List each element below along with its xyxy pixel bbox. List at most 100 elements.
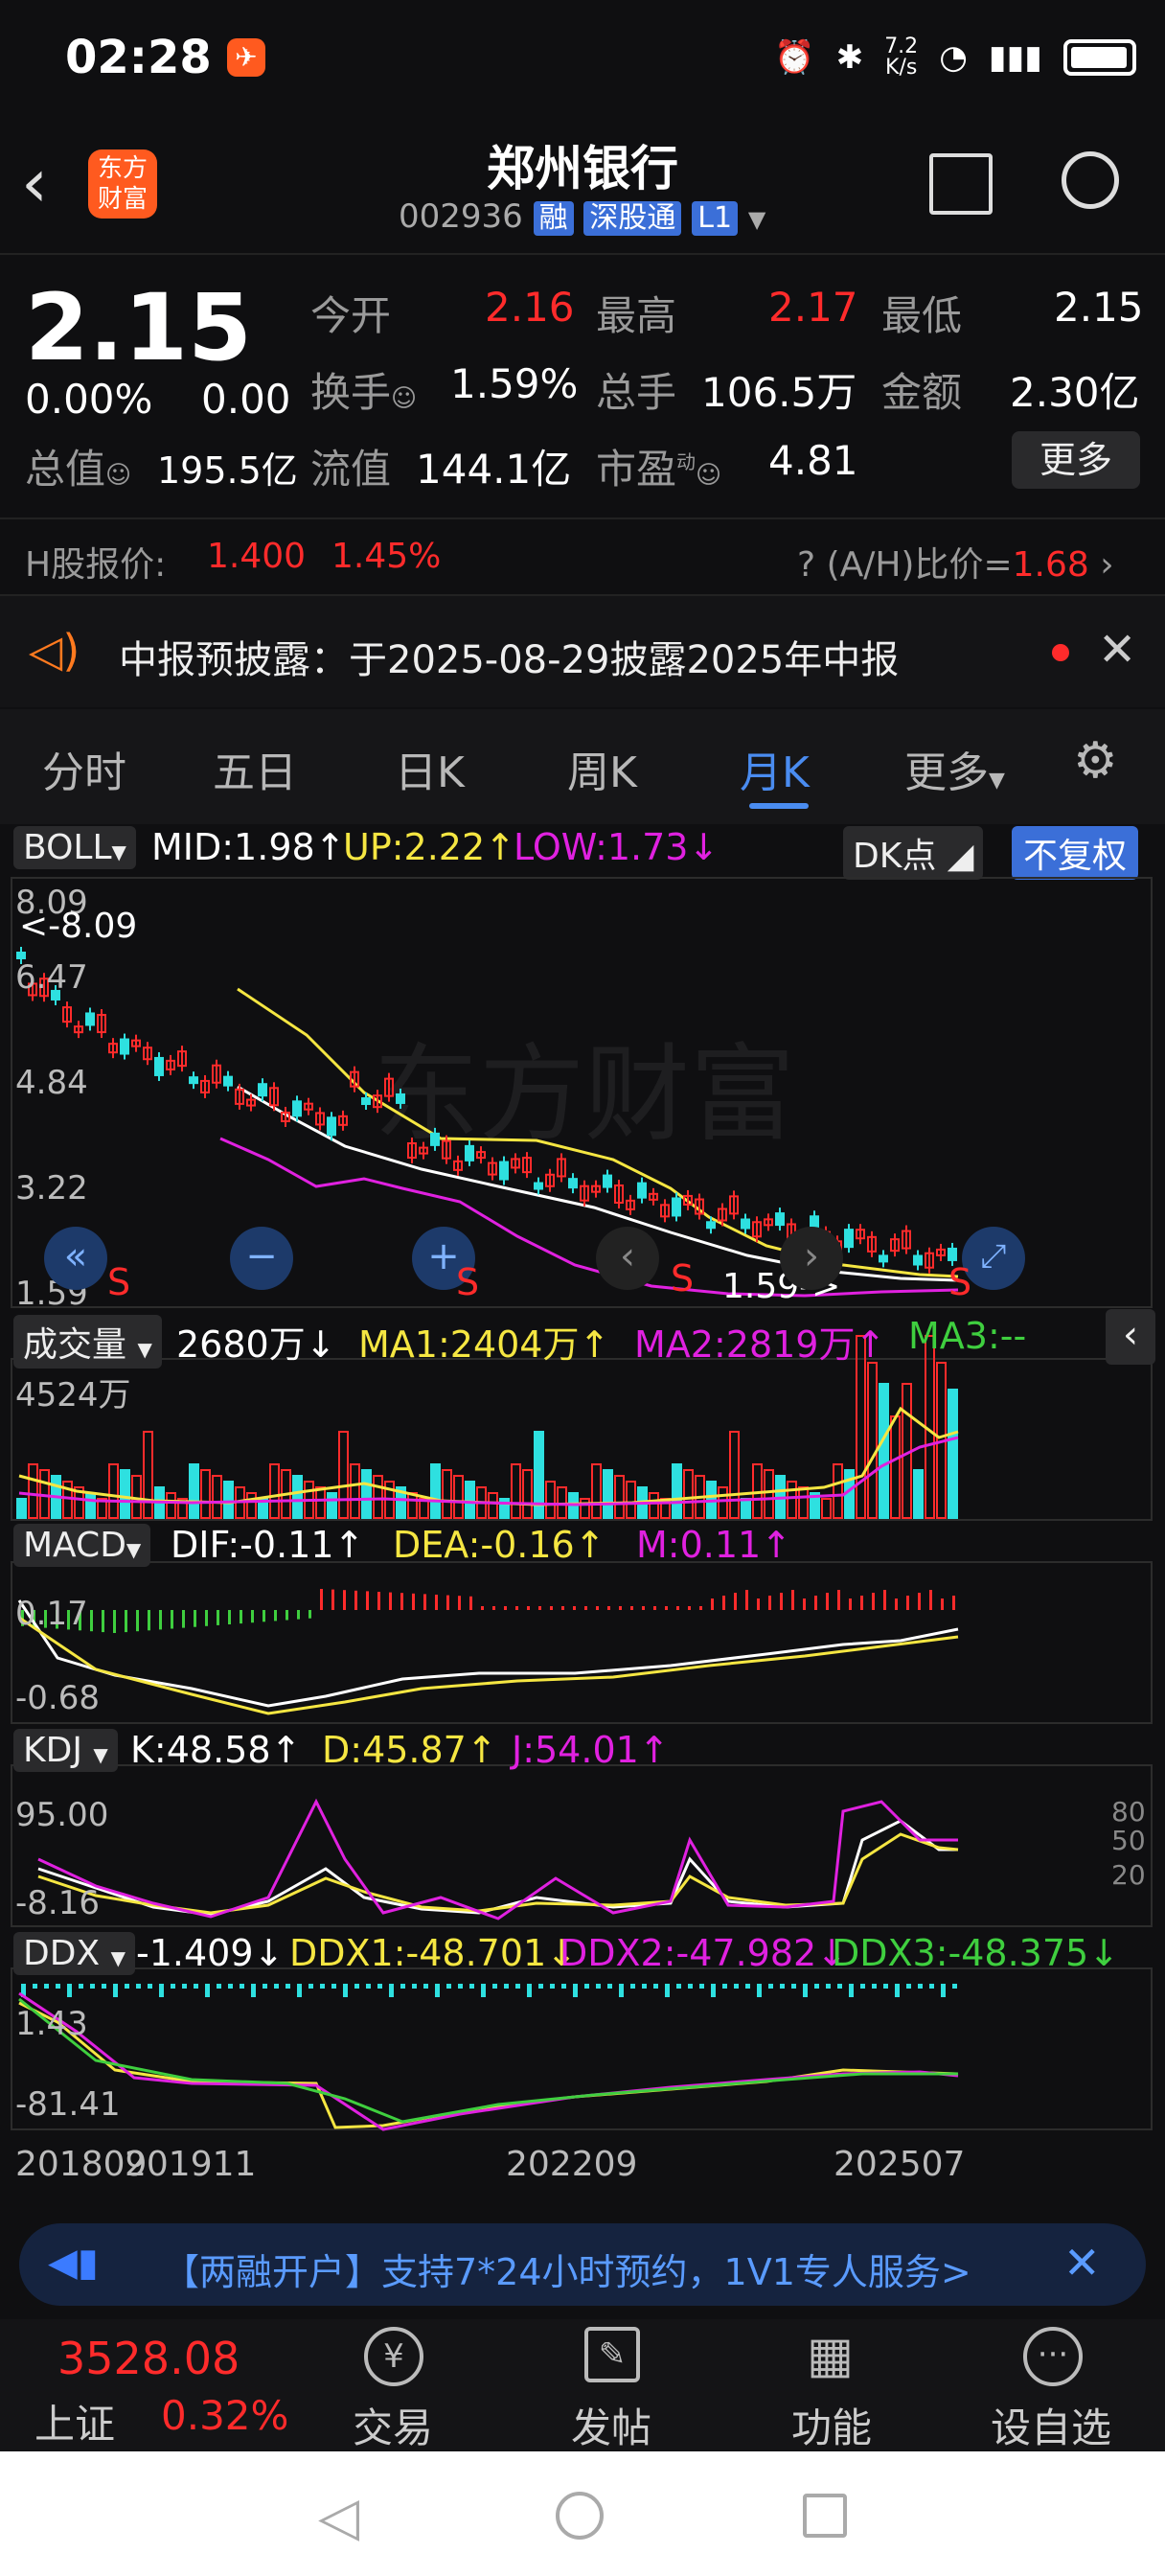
ddx-bar xyxy=(377,1984,382,1989)
scroll-left-icon[interactable]: « xyxy=(44,1227,107,1290)
macd-bar xyxy=(136,1610,139,1632)
volume-bar xyxy=(361,1469,372,1519)
kdj-indicator-select[interactable]: KDJ ▼ xyxy=(13,1729,118,1772)
ddx-bar xyxy=(251,1984,256,1997)
ddx-bar xyxy=(492,1984,497,1989)
zoom-out-icon[interactable]: − xyxy=(230,1227,293,1290)
ddx-bar xyxy=(504,1984,509,1989)
volume-bar xyxy=(879,1383,889,1519)
macd-dea: DEA:-0.16↑ xyxy=(393,1524,605,1566)
ddx-bar xyxy=(148,1984,152,1989)
candle-body xyxy=(948,1247,957,1261)
ddx-bar xyxy=(435,1984,440,1997)
ddx-indicator-select[interactable]: DDX ▼ xyxy=(13,1932,135,1975)
macd-dea-line xyxy=(18,1616,959,1715)
volume-bar xyxy=(626,1481,636,1519)
nav-back-icon[interactable]: ◁ xyxy=(318,2486,359,2548)
macd-bar xyxy=(906,1596,909,1610)
ddx-bar xyxy=(607,1984,612,1989)
kdj-d-line xyxy=(37,1832,959,1915)
promo-banner[interactable]: ◀▮ 【两融开户】支持7*24小时预约，1V1专人服务> ✕ xyxy=(19,2223,1146,2306)
index-name[interactable]: 上证 xyxy=(34,2392,115,2450)
sell-marker: S xyxy=(948,1261,972,1303)
trade-label[interactable]: 交易 xyxy=(353,2396,433,2454)
candle-body xyxy=(534,1182,543,1190)
prev-icon[interactable]: ‹ xyxy=(596,1227,659,1290)
index-pct[interactable]: 0.32% xyxy=(161,2392,288,2439)
macd-bar xyxy=(768,1596,771,1610)
ddx-bar xyxy=(240,1984,244,1989)
volume-bar xyxy=(729,1431,740,1519)
macd-bar xyxy=(550,1606,553,1610)
macd-bar xyxy=(653,1606,656,1610)
volume-bar xyxy=(407,1492,418,1519)
index-value[interactable]: 3528.08 xyxy=(57,2333,240,2384)
trade-icon[interactable]: ¥ xyxy=(364,2327,423,2386)
volume-ma2: MA2:2819万↑ xyxy=(634,1323,886,1366)
ddx-ymin: -81.41 xyxy=(15,2085,121,2124)
macd-bar xyxy=(722,1596,725,1610)
candle-body xyxy=(430,1132,440,1146)
macd-bar xyxy=(630,1606,633,1610)
function-icon[interactable]: ▦ xyxy=(807,2327,854,2384)
macd-bar xyxy=(412,1593,415,1610)
volume-bar xyxy=(867,1362,878,1519)
ddx2-line xyxy=(18,1991,959,2131)
volume-bar xyxy=(614,1475,625,1519)
volume-indicator-select[interactable]: 成交量 ▼ xyxy=(13,1315,162,1368)
boll-y4: 3.22 xyxy=(15,1169,88,1208)
boll-max-note: <-8.09 xyxy=(19,907,138,946)
next-icon[interactable]: › xyxy=(780,1227,843,1290)
macd-bar xyxy=(745,1590,748,1610)
volume-bar xyxy=(522,1469,533,1519)
sell-marker: S xyxy=(671,1257,695,1300)
add-watchlist-label[interactable]: 设自选 xyxy=(991,2396,1111,2454)
volume-bar xyxy=(85,1492,96,1519)
ddx-bar xyxy=(412,1984,417,1989)
volume-bar xyxy=(246,1492,257,1519)
macd-bar xyxy=(435,1595,438,1610)
macd-bar xyxy=(320,1589,323,1610)
post-icon[interactable]: ✎ xyxy=(584,2327,640,2382)
ddx2: DDX2:-47.982↓ xyxy=(560,1932,848,1974)
ddx-header: DDX ▼ -1.409↓ DDX1:-48.701↓ DDX2:-47.982… xyxy=(13,1932,1163,1976)
post-label[interactable]: 发帖 xyxy=(571,2396,651,2454)
volume-bar xyxy=(212,1475,222,1519)
ddx-bar xyxy=(113,1984,118,1997)
banner-close-icon[interactable]: ✕ xyxy=(1063,2237,1101,2288)
candle-body xyxy=(568,1178,578,1189)
add-watchlist-icon[interactable]: ··· xyxy=(1023,2327,1083,2386)
nav-home-icon[interactable] xyxy=(556,2492,604,2540)
sell-marker: S xyxy=(456,1261,480,1303)
macd-bar xyxy=(446,1595,449,1610)
macd-bar xyxy=(561,1606,564,1610)
ddx-bar xyxy=(803,1984,808,1997)
candle-body xyxy=(327,1116,336,1137)
volume-bar xyxy=(591,1463,602,1519)
candle-body xyxy=(879,1254,888,1263)
ddx-bar xyxy=(400,1984,405,1989)
macd-bar xyxy=(515,1606,518,1610)
macd-bar xyxy=(665,1606,668,1610)
macd-bar xyxy=(883,1590,886,1610)
ddx-bar xyxy=(653,1984,658,1989)
macd-bar xyxy=(389,1592,392,1610)
volume-bar xyxy=(28,1463,38,1519)
function-label[interactable]: 功能 xyxy=(791,2396,872,2454)
macd-bar xyxy=(297,1610,300,1620)
collapse-icon[interactable]: ‹ xyxy=(1106,1309,1155,1365)
candle-body xyxy=(672,1197,681,1217)
nav-recents-icon[interactable] xyxy=(803,2494,847,2538)
candle-body xyxy=(396,1092,405,1104)
ddx-bar xyxy=(263,1984,267,1989)
volume-bar xyxy=(833,1463,843,1519)
macd-bar xyxy=(205,1610,208,1626)
ddx-bar xyxy=(860,1984,865,1989)
ddx-bar xyxy=(538,1984,543,1989)
macd-indicator-select[interactable]: MACD▼ xyxy=(13,1524,151,1567)
macd-bar xyxy=(837,1590,840,1610)
volume-bar xyxy=(787,1481,797,1519)
volume-bar xyxy=(189,1463,199,1519)
volume-bar xyxy=(683,1469,694,1519)
macd-bar xyxy=(125,1610,127,1633)
